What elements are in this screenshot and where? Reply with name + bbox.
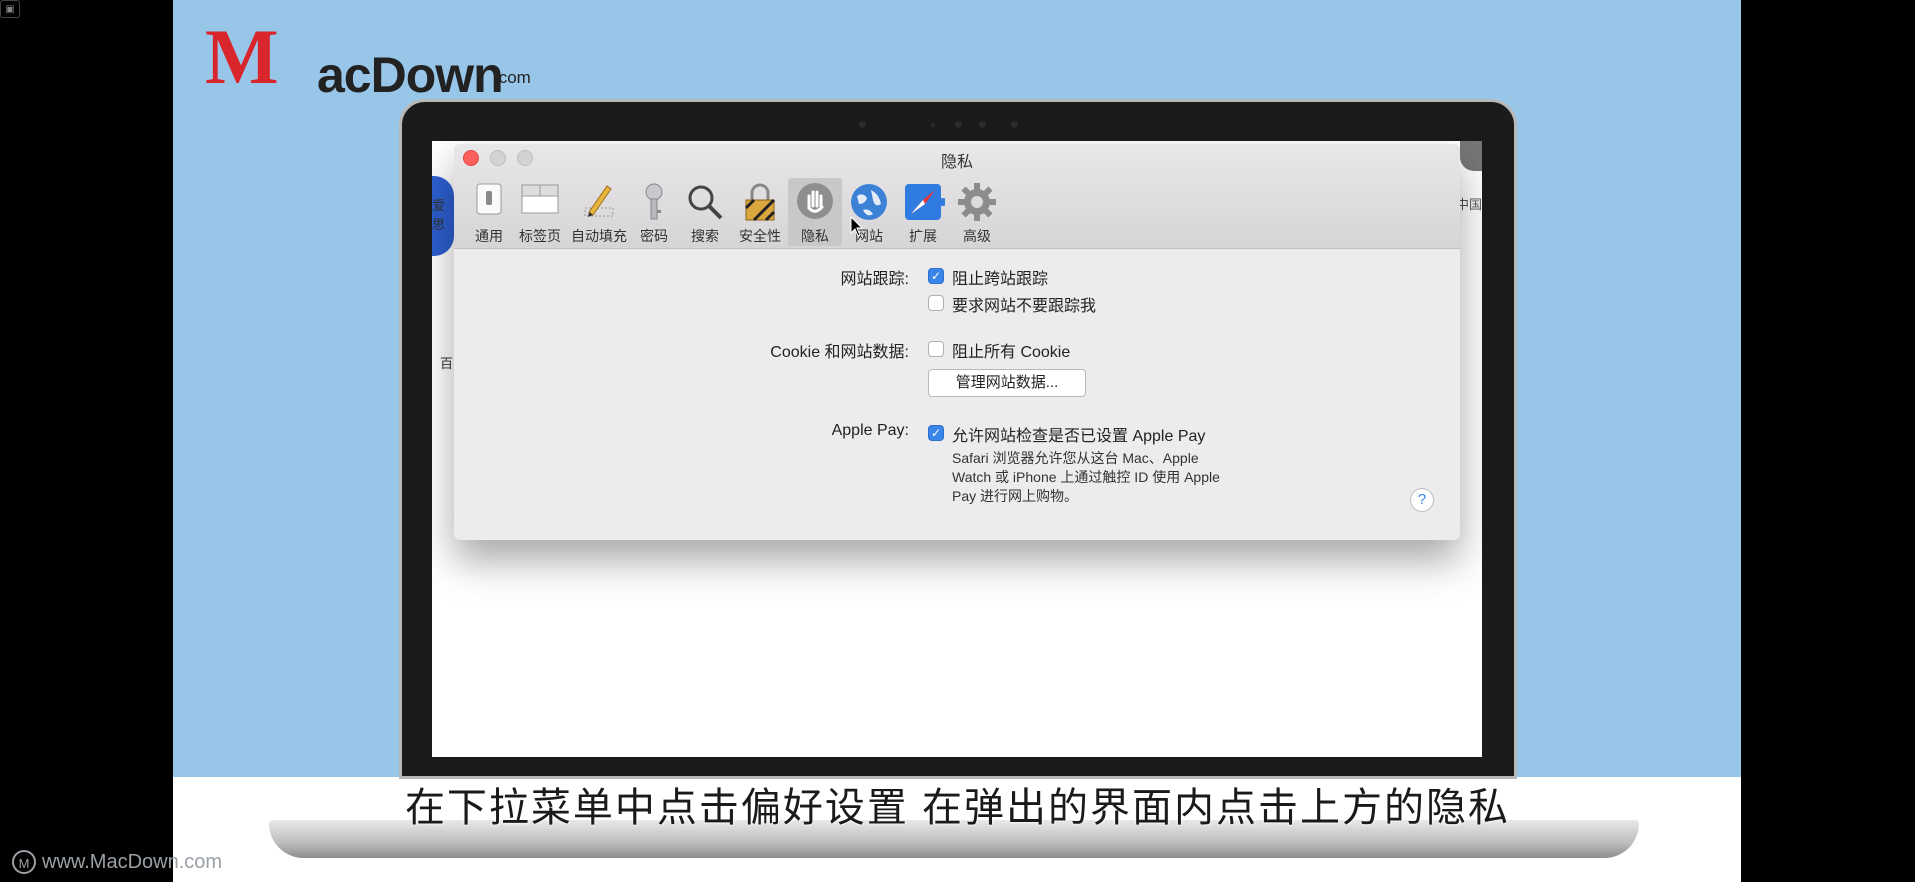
allow-apple-pay-check-label[interactable]: 允许网站检查是否已设置 Apple Pay xyxy=(952,422,1205,446)
tab-passwords[interactable]: 密码 xyxy=(630,178,678,246)
manage-website-data-button[interactable]: 管理网站数据... xyxy=(928,369,1086,397)
puzzle-compass-icon xyxy=(903,182,947,222)
mouse-pointer-icon xyxy=(850,216,864,237)
hand-icon xyxy=(795,182,835,222)
tabs-icon xyxy=(520,182,560,222)
block-all-cookies-checkbox[interactable] xyxy=(928,341,944,357)
tab-extensions[interactable]: 扩展 xyxy=(896,178,950,246)
privacy-pane: 网站跟踪: ✓ 阻止跨站跟踪 要求网站不要跟踪我 Cookie 和网站数据: 阻… xyxy=(454,249,1460,540)
sensor-dot xyxy=(979,121,986,128)
apple-pay-description: Safari 浏览器允许您从这台 Mac、Apple Watch 或 iPhon… xyxy=(952,450,1220,504)
tab-security[interactable]: 安全性 xyxy=(732,178,788,246)
watermark: Mwww.MacDown.com xyxy=(12,850,222,874)
prevent-cross-site-tracking-checkbox[interactable]: ✓ xyxy=(928,268,944,284)
logo-mark: M xyxy=(205,13,279,100)
tab-label: 自动填充 xyxy=(571,228,627,244)
prevent-cross-site-tracking-label[interactable]: 阻止跨站跟踪 xyxy=(952,265,1048,289)
website-tracking-label: 网站跟踪: xyxy=(840,271,909,288)
allow-apple-pay-check-checkbox[interactable]: ✓ xyxy=(928,425,944,441)
corner-app-icon: ▣ xyxy=(0,0,20,18)
general-switch-icon xyxy=(469,182,509,222)
key-icon xyxy=(634,182,674,222)
window-title: 隐私 xyxy=(940,154,973,171)
camera-dot xyxy=(1011,121,1018,128)
tab-label: 标签页 xyxy=(519,228,561,244)
tab-tabs[interactable]: 标签页 xyxy=(512,178,568,246)
logo-text: acDown xyxy=(317,47,504,103)
ask-not-to-track-label[interactable]: 要求网站不要跟踪我 xyxy=(952,292,1096,316)
privacy-preferences-window: 隐私 通用 标签页 自动填充 密码 搜索 安全性 隐私 网站 扩展 高级 网站跟… xyxy=(454,144,1460,540)
magnifier-icon xyxy=(685,182,725,222)
tab-general[interactable]: 通用 xyxy=(466,178,512,246)
help-button[interactable]: ? xyxy=(1410,488,1434,512)
camera-dot xyxy=(859,121,866,128)
logo-domain: .com xyxy=(494,68,531,87)
watermark-text: www.MacDown.com xyxy=(42,851,223,873)
window-titlebar: 隐私 通用 标签页 自动填充 密码 搜索 安全性 隐私 网站 扩展 高级 xyxy=(454,144,1460,249)
gear-icon xyxy=(957,182,997,222)
tab-label: 搜索 xyxy=(691,228,719,244)
background-text-fragment: 百 xyxy=(440,356,454,371)
pencil-icon xyxy=(579,182,619,222)
apple-pay-label: Apple Pay: xyxy=(831,422,909,439)
background-window-left: 爱思 百 xyxy=(432,141,454,381)
tab-label: 密码 xyxy=(640,228,668,244)
tab-label: 扩展 xyxy=(909,228,937,244)
sensor-dot xyxy=(955,121,962,128)
tab-label: 通用 xyxy=(475,228,503,244)
sensor-dot xyxy=(931,123,935,127)
tab-advanced[interactable]: 高级 xyxy=(950,178,1004,246)
watermark-logo-icon: M xyxy=(12,850,36,874)
tab-search[interactable]: 搜索 xyxy=(678,178,732,246)
block-all-cookies-label[interactable]: 阻止所有 Cookie xyxy=(952,338,1070,362)
background-window-right xyxy=(1460,141,1482,171)
preferences-toolbar: 通用 标签页 自动填充 密码 搜索 安全性 隐私 网站 扩展 高级 xyxy=(466,178,1004,246)
lock-icon xyxy=(740,182,780,222)
tab-label: 高级 xyxy=(963,228,991,244)
tab-label: 安全性 xyxy=(739,228,781,244)
ask-not-to-track-checkbox[interactable] xyxy=(928,295,944,311)
tab-label: 隐私 xyxy=(801,228,829,244)
tab-privacy[interactable]: 隐私 xyxy=(788,178,842,246)
video-subtitle: 在下拉菜单中点击偏好设置 在弹出的界面内点击上方的隐私 xyxy=(404,786,1511,830)
tab-autofill[interactable]: 自动填充 xyxy=(568,178,630,246)
cookies-label: Cookie 和网站数据: xyxy=(770,344,909,361)
background-text-fragment: 爱思 xyxy=(432,198,446,232)
